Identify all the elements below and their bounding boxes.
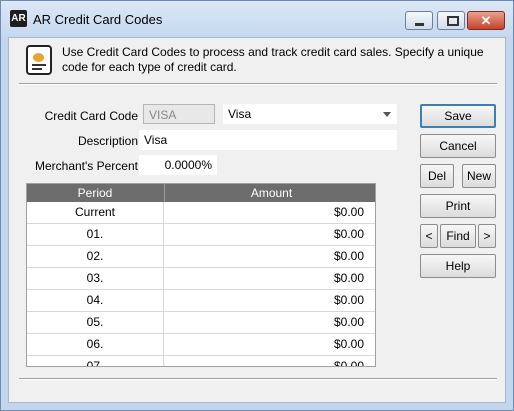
period-cell: 04. — [86, 293, 104, 307]
amount-cell[interactable]: $0.00 — [163, 290, 370, 311]
credit-card-code-dropdown[interactable]: Visa — [223, 104, 397, 124]
close-button[interactable]: ✕ — [467, 11, 505, 30]
top-separator — [19, 83, 497, 85]
print-button[interactable]: Print — [420, 194, 496, 218]
description-label: Description — [77, 134, 138, 148]
save-button[interactable]: Save — [420, 104, 496, 128]
amount-cell[interactable]: $0.00 — [163, 356, 370, 366]
credit-card-code-selected: Visa — [228, 107, 252, 121]
next-record-button[interactable]: > — [478, 224, 496, 248]
table-row[interactable]: 06. $0.00 — [27, 334, 375, 356]
merchant-percent-input[interactable]: 0.0000% — [139, 155, 217, 175]
dialog-body: Use Credit Card Codes to process and tra… — [8, 37, 506, 403]
amount-cell[interactable]: $0.00 — [163, 202, 370, 223]
maximize-icon — [447, 16, 459, 26]
grid-header: Period Amount — [27, 184, 375, 202]
period-cell: 03. — [86, 271, 104, 285]
table-row[interactable]: 05. $0.00 — [27, 312, 375, 334]
info-description: Use Credit Card Codes to process and tra… — [62, 45, 484, 74]
maximize-button[interactable] — [437, 11, 465, 30]
new-button[interactable]: New — [462, 164, 496, 188]
table-row[interactable]: 02. $0.00 — [27, 246, 375, 268]
description-input[interactable]: Visa — [139, 130, 397, 150]
period-cell: 06. — [86, 337, 104, 351]
merchant-percent-label: Merchant's Percent — [34, 159, 138, 173]
table-row[interactable]: Current $0.00 — [27, 202, 375, 224]
cancel-button[interactable]: Cancel — [420, 134, 496, 158]
document-info-icon — [26, 45, 52, 75]
window-title: AR Credit Card Codes — [33, 12, 163, 27]
period-cell: 02. — [86, 249, 104, 263]
chevron-down-icon[interactable] — [383, 112, 391, 117]
help-button[interactable]: Help — [420, 254, 496, 278]
period-cell: Current — [74, 205, 115, 219]
amount-cell[interactable]: $0.00 — [163, 312, 370, 333]
period-cell: 01. — [86, 227, 104, 241]
period-column-header[interactable]: Period — [27, 184, 163, 202]
app-icon: AR — [10, 10, 27, 27]
period-cell: 07. — [86, 359, 104, 367]
table-row[interactable]: 03. $0.00 — [27, 268, 375, 290]
amount-column-header[interactable]: Amount — [164, 184, 375, 202]
previous-record-button[interactable]: < — [420, 224, 438, 248]
table-row[interactable]: 07. $0.00 — [27, 356, 375, 367]
period-cell: 05. — [86, 315, 104, 329]
close-icon: ✕ — [480, 13, 492, 28]
table-row[interactable]: 01. $0.00 — [27, 224, 375, 246]
bottom-separator — [19, 378, 497, 380]
amount-cell[interactable]: $0.00 — [163, 224, 370, 245]
amount-cell[interactable]: $0.00 — [163, 268, 370, 289]
credit-card-code-label: Credit Card Code — [44, 109, 138, 123]
title-bar[interactable]: AR AR Credit Card Codes ✕ — [1, 1, 513, 37]
credit-card-code-field: VISA — [143, 104, 215, 124]
delete-button[interactable]: Del — [420, 164, 454, 188]
minimize-icon — [415, 23, 424, 26]
minimize-button[interactable] — [405, 11, 433, 30]
table-row[interactable]: 04. $0.00 — [27, 290, 375, 312]
grid-rows: Current $0.00 01. $0.00 02. $0.00 03. $0.00 … — [27, 202, 375, 367]
period-amount-grid: Period Amount Current $0.00 01. $0.00 02. $… — [26, 183, 376, 367]
find-button[interactable]: Find — [440, 224, 476, 248]
app-window: AR AR Credit Card Codes ✕ Use Credit Car… — [0, 0, 514, 411]
amount-cell[interactable]: $0.00 — [163, 246, 370, 267]
amount-cell[interactable]: $0.00 — [163, 334, 370, 355]
